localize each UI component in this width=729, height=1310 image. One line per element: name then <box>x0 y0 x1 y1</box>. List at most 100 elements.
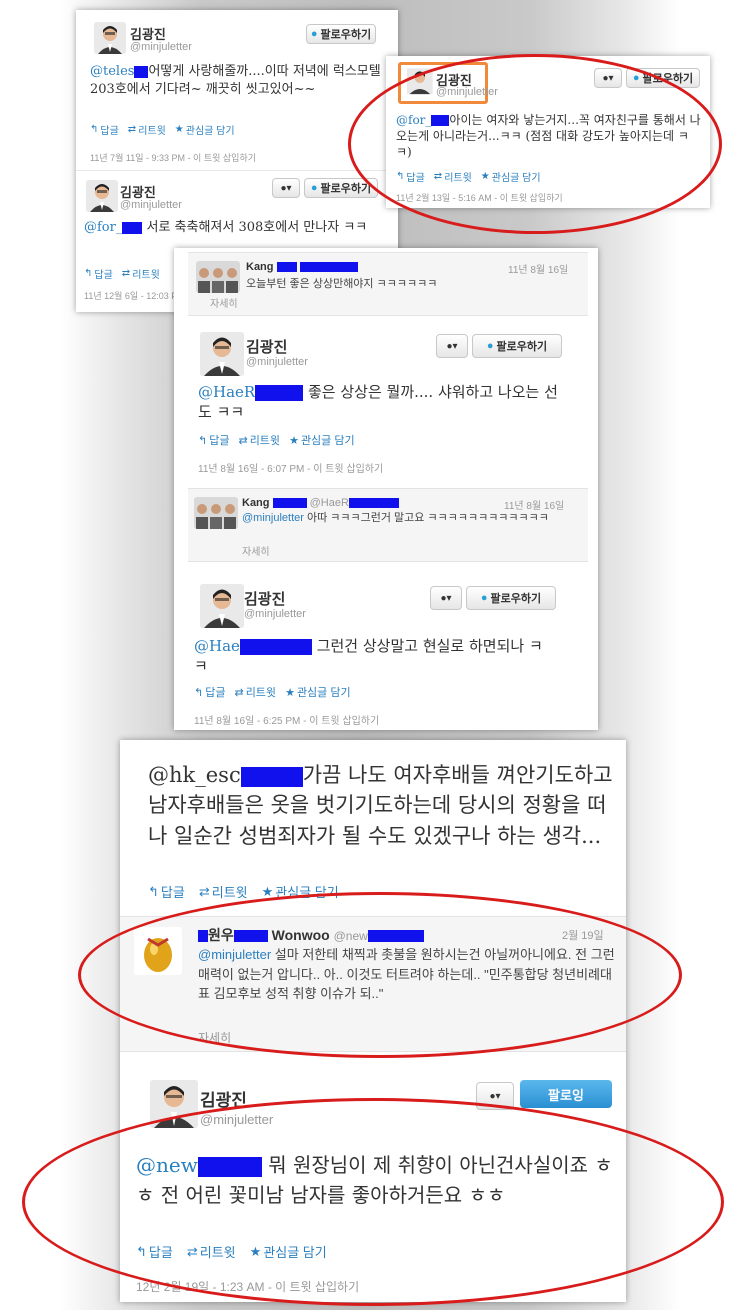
avatar[interactable] <box>200 332 244 376</box>
follow-button[interactable]: ● 팔로우하기 <box>472 334 562 358</box>
tweet-actions: ↰ 답글 ⇄ 리트윗 ★ 관심글 담기 <box>396 169 541 184</box>
follow-button[interactable]: ● 팔로우하기 <box>626 68 700 88</box>
star-icon: ★ <box>289 434 299 447</box>
reply-button[interactable]: ↰ 답글 <box>90 122 119 137</box>
favorite-button[interactable]: ★ 관심글 담기 <box>262 882 339 901</box>
star-icon: ★ <box>480 171 490 182</box>
reply-button[interactable]: ↰ 답글 <box>194 684 225 700</box>
tweet-timestamp[interactable]: 11년 7월 11일 - 9:33 PM - 이 트윗 삽입하기 <box>90 151 256 164</box>
avatar[interactable] <box>86 180 118 212</box>
tweet-actions: ↰ 답글 ⇄ 리트윗 ★ 관심글 담기 <box>90 122 235 137</box>
avatar[interactable] <box>150 1080 198 1128</box>
mention-link[interactable]: @teles <box>90 64 134 79</box>
mention-link[interactable]: @HaeR <box>198 383 255 401</box>
golden-egg-icon <box>134 927 182 975</box>
reply-author[interactable]: Kang <box>246 261 358 273</box>
retweet-icon: ⇄ <box>198 883 210 899</box>
redaction-block <box>255 385 304 401</box>
bird-icon: ● <box>310 182 318 194</box>
mention-link[interactable]: @hk_esc <box>148 763 241 787</box>
follow-button[interactable]: ● 팔로우하기 <box>304 178 378 198</box>
reply-icon: ↰ <box>194 686 204 699</box>
details-link[interactable]: 자세히 <box>210 295 238 310</box>
user-menu-button[interactable]: ● ▾ <box>272 178 300 198</box>
tweet-timestamp[interactable]: 11년 2월 13일 - 5:16 AM - 이 트윗 삽입하기 <box>396 191 563 204</box>
avatar[interactable] <box>134 927 182 975</box>
retweet-button[interactable]: ⇄ 리트윗 <box>122 266 160 281</box>
details-link[interactable]: 자세히 <box>242 543 270 558</box>
tweet-timestamp[interactable]: 11년 12월 6일 - 12:03 PM <box>84 289 185 302</box>
follow-button[interactable]: ● 팔로우하기 <box>466 586 556 610</box>
user-handle[interactable]: @minjuletter <box>246 356 308 368</box>
redaction-block <box>272 498 307 509</box>
avatar[interactable] <box>200 584 244 628</box>
reply-author[interactable]: 원우 Wonwoo @new <box>198 925 424 945</box>
mention-link[interactable]: @minjuletter <box>198 947 271 962</box>
conversation-card-bottom: @hk_esc 가끔 나도 여자후배들 껴안기도하고 남자후배들은 옷을 벗기기도… <box>120 740 626 1302</box>
mention-link[interactable]: @Hae <box>194 637 240 655</box>
user-handle[interactable]: @minjuletter <box>120 199 182 211</box>
user-menu-button[interactable]: ● ▾ <box>430 586 462 610</box>
tweet-text: @new 뭐 원장님이 제 취향이 아닌건사실이죠 ㅎㅎ 전 어린 꽃미남 남자… <box>136 1153 613 1207</box>
reply-date[interactable]: 11년 8월 16일 <box>508 261 568 276</box>
favorite-button[interactable]: ★ 관심글 담기 <box>285 684 351 700</box>
favorite-button[interactable]: ★ 관심글 담기 <box>481 169 541 184</box>
user-handle[interactable]: @minjuletter <box>436 86 498 98</box>
avatar[interactable] <box>196 261 240 293</box>
retweet-button[interactable]: ⇄ 리트윗 <box>434 169 472 184</box>
tweet-timestamp[interactable]: 11년 8월 16일 - 6:25 PM - 이 트윗 삽입하기 <box>194 712 379 727</box>
tweet-text: @teles 어떻게 사랑해줄까....이따 저녁에 럭스모텔 203호에서 기다… <box>90 64 381 97</box>
reply-item: Kang 11년 8월 16일 오늘부턴 좋은 상상만해야지 ㅋㅋㅋㅋㅋㅋ 자세… <box>188 252 588 316</box>
reply-author[interactable]: Kang @HaeR <box>242 497 399 509</box>
user-handle[interactable]: @minjuletter <box>130 41 192 53</box>
retweet-button[interactable]: ⇄ 리트윗 <box>128 122 166 137</box>
mention-link[interactable]: @new <box>136 1153 198 1177</box>
retweet-icon: ⇄ <box>433 171 443 182</box>
reply-button[interactable]: ↰ 답글 <box>396 169 425 184</box>
retweet-button[interactable]: ⇄ 리트윗 <box>199 882 248 901</box>
tweet-timestamp[interactable]: 11년 8월 16일 - 6:07 PM - 이 트윗 삽입하기 <box>198 460 383 475</box>
retweet-button[interactable]: ⇄ 리트윗 <box>187 1242 236 1261</box>
user-menu-button[interactable]: ● ▾ <box>476 1082 514 1110</box>
reply-button[interactable]: ↰ 답글 <box>148 882 185 901</box>
bird-icon: ● <box>480 592 488 604</box>
mention-link[interactable]: @for_ <box>396 113 431 127</box>
favorite-button[interactable]: ★ 관심글 담기 <box>175 122 235 137</box>
retweet-icon: ⇄ <box>121 268 131 279</box>
following-button[interactable]: 팔로잉 <box>520 1080 612 1108</box>
user-name[interactable]: 김광진 <box>244 588 285 609</box>
favorite-button[interactable]: ★ 관심글 담기 <box>289 432 355 448</box>
avatar[interactable] <box>194 497 238 529</box>
reply-button[interactable]: ↰ 답글 <box>136 1242 173 1261</box>
follow-button[interactable]: ● 팔로우하기 <box>306 24 376 44</box>
redaction-block <box>197 1156 262 1177</box>
tweet-actions: ↰ 답글 ⇄ 리트윗 ★ 관심글 담기 <box>136 1242 327 1261</box>
favorite-button[interactable]: ★ 관심글 담기 <box>250 1242 327 1261</box>
mention-link[interactable]: @for_ <box>84 220 122 235</box>
star-icon: ★ <box>249 1243 262 1259</box>
redaction-block <box>239 639 312 655</box>
reply-icon: ↰ <box>148 883 159 899</box>
retweet-button[interactable]: ⇄ 리트윗 <box>234 684 276 700</box>
retweet-icon: ⇄ <box>127 124 137 135</box>
user-handle[interactable]: @minjuletter <box>244 608 306 620</box>
reply-button[interactable]: ↰ 답글 <box>84 266 113 281</box>
tweet-timestamp[interactable]: 12년 2월 19일 - 1:23 AM - 이 트윗 삽입하기 <box>136 1278 359 1295</box>
reply-text: @minjuletter 아따 ㅋㅋㅋ그런거 말고요 ㅋㅋㅋㅋㅋㅋㅋㅋㅋㅋㅋㅋ <box>242 512 549 524</box>
redaction-block <box>276 262 297 273</box>
details-link[interactable]: 자세히 <box>198 1029 231 1046</box>
reply-icon: ↰ <box>198 434 208 447</box>
user-menu-button[interactable]: ● ▾ <box>594 68 622 88</box>
reply-date[interactable]: 2월 19일 <box>562 927 604 943</box>
user-menu-button[interactable]: ● ▾ <box>436 334 468 358</box>
user-name[interactable]: 김광진 <box>246 336 287 357</box>
reply-date[interactable]: 11년 8월 16일 <box>504 497 564 512</box>
user-name[interactable]: 김광진 <box>200 1086 247 1111</box>
mention-link[interactable]: @minjuletter <box>242 512 304 524</box>
avatar[interactable] <box>94 22 126 54</box>
redaction-block <box>367 930 424 943</box>
user-handle[interactable]: @minjuletter <box>200 1112 273 1127</box>
redaction-block <box>431 115 450 126</box>
retweet-button[interactable]: ⇄ 리트윗 <box>238 432 280 448</box>
reply-button[interactable]: ↰ 답글 <box>198 432 229 448</box>
